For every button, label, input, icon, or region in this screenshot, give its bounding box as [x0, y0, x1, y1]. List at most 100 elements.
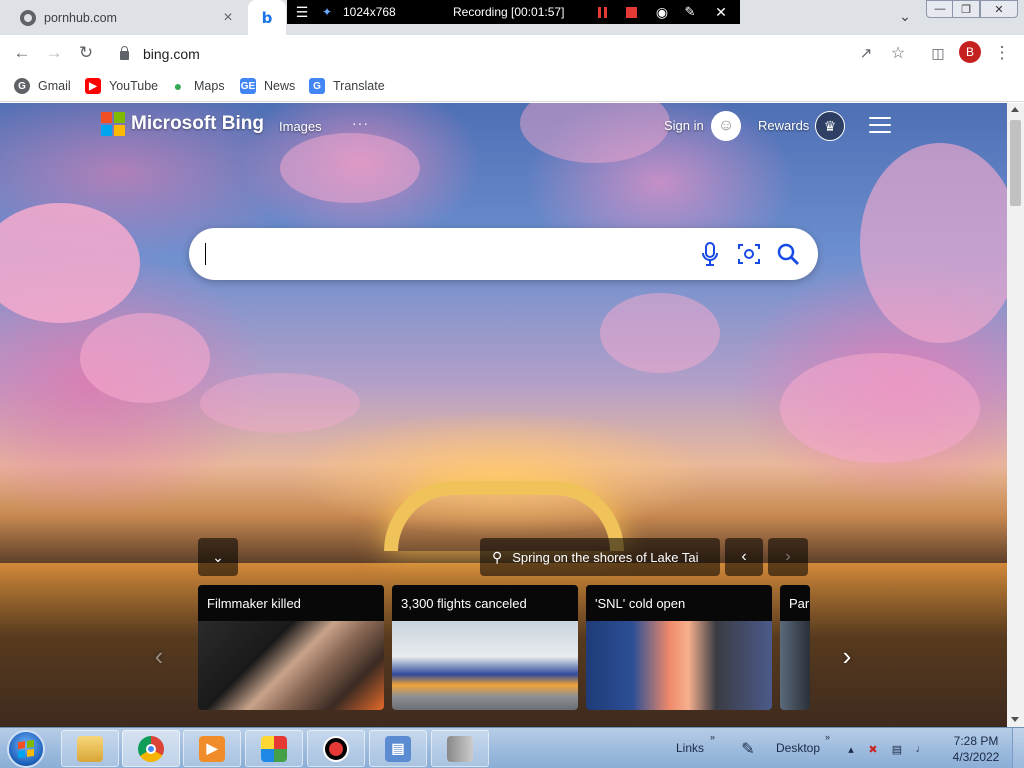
- news-thumbnail: [198, 621, 384, 710]
- desktop-expand-icon[interactable]: »: [825, 732, 830, 742]
- scroll-thumb[interactable]: [1010, 120, 1021, 206]
- recording-status: Recording [00:01:57]: [453, 5, 565, 19]
- desktop-toolbar[interactable]: Desktop: [776, 741, 820, 755]
- network-error-icon[interactable]: ✖: [866, 742, 880, 756]
- search-box: [189, 228, 818, 280]
- bookmark-label: News: [264, 79, 296, 93]
- youtube-icon: ▶: [85, 78, 101, 94]
- hamburger-menu-icon[interactable]: [869, 117, 891, 133]
- page-scrollbar[interactable]: [1007, 103, 1024, 727]
- news-icon: GE: [240, 78, 256, 94]
- back-icon[interactable]: ←: [10, 41, 34, 65]
- menu-icon[interactable]: ☰: [295, 0, 309, 24]
- pin-icon[interactable]: ✦: [321, 0, 333, 24]
- user-avatar-icon[interactable]: ☺: [711, 111, 741, 141]
- scroll-down-icon[interactable]: [1011, 717, 1019, 722]
- close-icon[interactable]: ✕: [714, 0, 728, 24]
- microphone-icon[interactable]: [697, 241, 723, 267]
- show-hidden-icons-icon[interactable]: ▴: [844, 742, 858, 756]
- show-desktop-button[interactable]: [1012, 728, 1024, 768]
- clock-date: 4/3/2022: [952, 750, 1000, 764]
- sign-in-link[interactable]: Sign in: [664, 118, 704, 133]
- media-player-icon: ▶: [199, 735, 225, 762]
- image-location-caption[interactable]: ⚲ Spring on the shores of Lake Tai: [480, 538, 720, 576]
- server-icon: [447, 735, 473, 762]
- nav-images-link[interactable]: Images: [279, 119, 322, 134]
- tab-title: pornhub.com: [44, 10, 117, 25]
- maximize-button[interactable]: ❐: [952, 0, 980, 18]
- windows-logo-icon: [18, 739, 34, 759]
- tab-bing[interactable]: b: [248, 0, 286, 35]
- location-caption-text: Spring on the shores of Lake Tai: [512, 549, 699, 565]
- camera-icon[interactable]: ◉: [653, 0, 671, 24]
- forward-icon[interactable]: →: [42, 41, 66, 65]
- profile-avatar[interactable]: B: [959, 41, 981, 63]
- visual-search-icon[interactable]: [736, 241, 762, 267]
- next-image-button[interactable]: ›: [768, 538, 808, 576]
- share-icon[interactable]: ↗: [854, 41, 878, 65]
- start-button[interactable]: [7, 730, 45, 768]
- tab-search-chevron-icon[interactable]: ⌄: [898, 8, 912, 24]
- pause-icon[interactable]: [595, 0, 609, 24]
- news-thumbnail: [392, 621, 578, 710]
- close-icon[interactable]: ×: [220, 9, 236, 26]
- news-carousel: Filmmaker killed 3,300 flights canceled …: [198, 585, 810, 710]
- bookmark-maps[interactable]: ● Maps: [170, 76, 225, 96]
- maps-icon: ●: [173, 78, 183, 94]
- taskbar-recorder[interactable]: [307, 730, 365, 767]
- minimize-button[interactable]: —: [926, 0, 954, 18]
- bookmark-gmail[interactable]: G Gmail: [14, 76, 71, 96]
- news-card[interactable]: 3,300 flights canceled: [392, 585, 578, 710]
- news-card-title: Filmmaker killed: [198, 585, 384, 621]
- bookmark-news[interactable]: GE News: [240, 76, 295, 96]
- tab-pornhub[interactable]: pornhub.com ×: [0, 0, 248, 35]
- clock-time: 7:28 PM: [953, 734, 999, 748]
- collapse-chevron-icon[interactable]: ⌄: [198, 538, 238, 576]
- bing-homepage: Microsoft Bing Images ··· Sign in ☺ Rewa…: [0, 103, 1007, 727]
- bookmark-youtube[interactable]: ▶ YouTube: [85, 76, 158, 96]
- previous-image-button[interactable]: ‹: [725, 538, 763, 576]
- bing-logo[interactable]: Microsoft Bing: [101, 112, 264, 136]
- taskbar-paint[interactable]: [245, 730, 303, 767]
- bookmark-translate[interactable]: G Translate: [309, 76, 385, 96]
- translate-icon: G: [309, 78, 325, 94]
- globe-icon: [20, 9, 36, 26]
- news-card[interactable]: Parl: [780, 585, 810, 710]
- bookmark-star-icon[interactable]: ☆: [886, 41, 910, 65]
- rewards-link[interactable]: Rewards: [758, 118, 809, 133]
- taskbar-media-player[interactable]: ▶: [183, 730, 241, 767]
- close-window-button[interactable]: ✕: [980, 0, 1018, 18]
- microsoft-logo-icon: [101, 112, 125, 136]
- location-pin-icon: ⚲: [492, 548, 503, 565]
- news-next-arrow-icon[interactable]: ›: [836, 640, 858, 672]
- links-toolbar[interactable]: Links: [676, 741, 704, 755]
- news-card[interactable]: Filmmaker killed: [198, 585, 384, 710]
- lock-icon[interactable]: [120, 46, 129, 60]
- bookmark-label: Translate: [333, 79, 385, 93]
- system-clock[interactable]: 7:28 PM 4/3/2022: [944, 733, 1008, 765]
- links-expand-icon[interactable]: »: [710, 732, 715, 742]
- network-icon[interactable]: ▤: [890, 742, 904, 756]
- trophy-icon[interactable]: ♛: [815, 111, 845, 141]
- taskbar-chrome[interactable]: [122, 730, 180, 767]
- pen-icon[interactable]: ✎: [683, 0, 697, 24]
- chrome-icon: [138, 735, 164, 762]
- search-input[interactable]: [205, 238, 685, 270]
- volume-icon[interactable]: ♩: [914, 742, 928, 756]
- address-bar[interactable]: bing.com: [106, 39, 914, 68]
- reload-icon[interactable]: ↻: [74, 41, 98, 65]
- side-panel-icon[interactable]: ◫: [926, 41, 950, 65]
- news-card-title: 3,300 flights canceled: [392, 585, 578, 621]
- stop-icon[interactable]: [624, 0, 638, 24]
- pen-tablet-icon[interactable]: ✎: [734, 736, 762, 762]
- url-text[interactable]: bing.com: [143, 46, 200, 62]
- news-card[interactable]: 'SNL' cold open: [586, 585, 772, 710]
- nav-more-button[interactable]: ···: [352, 115, 369, 131]
- taskbar-control-panel[interactable]: ▤: [369, 730, 427, 767]
- taskbar-file-explorer[interactable]: [61, 730, 119, 767]
- search-icon[interactable]: [775, 241, 801, 267]
- kebab-menu-icon[interactable]: ⋮: [990, 41, 1014, 65]
- scroll-up-icon[interactable]: [1011, 107, 1019, 112]
- news-prev-arrow-icon[interactable]: ‹: [148, 640, 170, 672]
- taskbar-server[interactable]: [431, 730, 489, 767]
